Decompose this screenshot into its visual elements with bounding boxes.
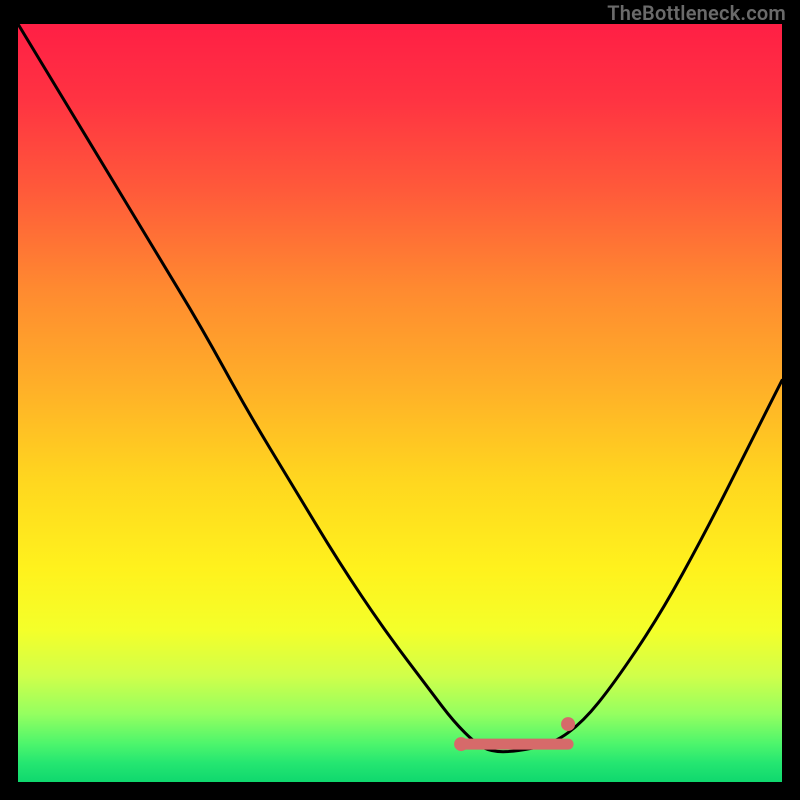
source-label: TheBottleneck.com [607,1,786,25]
chart-container: TheBottleneck.com [0,0,800,800]
plot-area [18,24,782,782]
background-gradient [18,24,782,782]
source-text: TheBottleneck.com [607,1,786,25]
